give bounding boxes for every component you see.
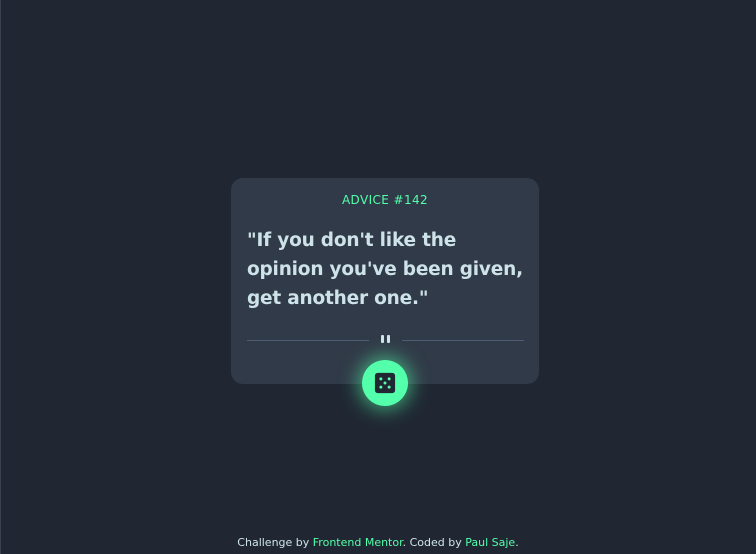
attribution-footer: Challenge by Frontend Mentor. Coded by P… (0, 536, 756, 549)
divider (247, 334, 524, 346)
window-edge (0, 0, 1, 554)
dice-icon (374, 372, 396, 394)
pause-icon (379, 334, 392, 346)
author-link[interactable]: Paul Saje (465, 536, 515, 549)
footer-suffix: . (515, 536, 519, 549)
advice-quote: "If you don't like the opinion you've be… (247, 230, 523, 309)
frontend-mentor-link[interactable]: Frontend Mentor (313, 536, 403, 549)
divider-line-left (247, 340, 369, 341)
new-advice-button[interactable] (362, 360, 408, 406)
advice-id: ADVICE #142 (341, 193, 429, 207)
footer-prefix: Challenge by (237, 536, 313, 549)
advice-card: ADVICE #142 "If you don't like the opini… (231, 178, 539, 384)
footer-middle: . Coded by (402, 536, 466, 549)
divider-line-right (402, 340, 524, 341)
